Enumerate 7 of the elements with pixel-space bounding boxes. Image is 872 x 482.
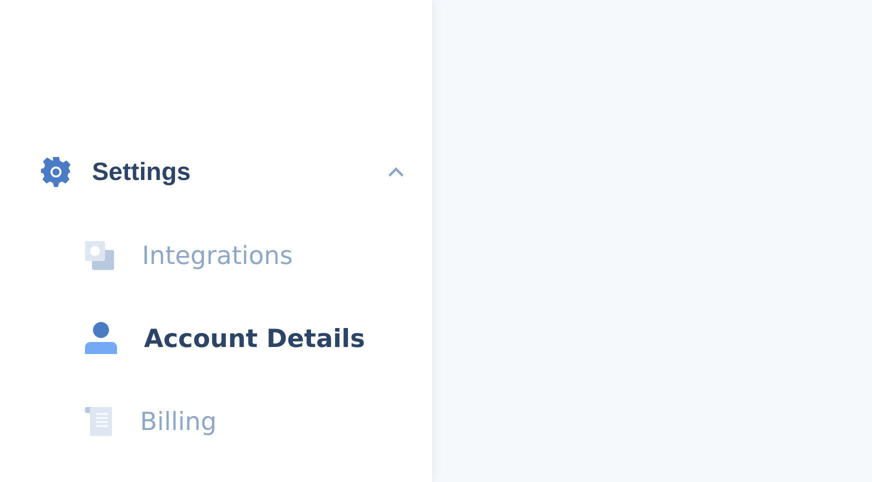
document-icon: [84, 406, 114, 436]
nav-item[interactable]: Account Details: [84, 314, 365, 362]
settings-header[interactable]: Settings: [40, 148, 404, 196]
overlapping-squares-icon: [84, 240, 116, 270]
person-icon: [84, 322, 118, 354]
gear-icon: [40, 156, 72, 188]
chevron-icon: [388, 167, 404, 177]
